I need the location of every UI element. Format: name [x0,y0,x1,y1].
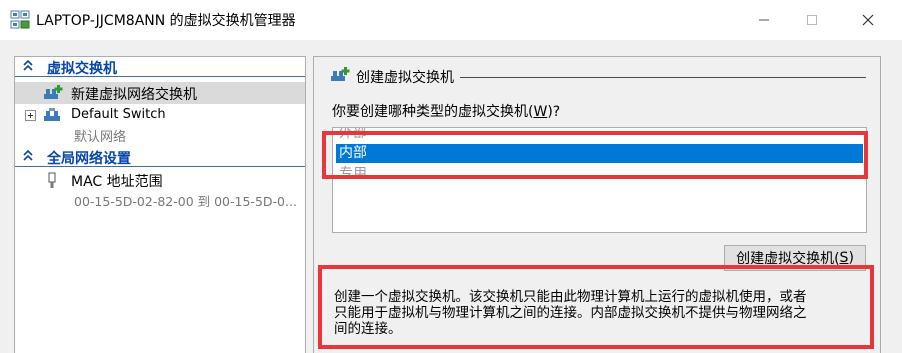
expand-plus-icon[interactable] [25,110,36,121]
section-label: 虚拟交换机 [47,61,117,77]
new-switch-icon [330,67,350,87]
tree-item-new-switch[interactable]: 新建虚拟网络交换机 [15,82,305,104]
switch-type-description: 创建一个虚拟交换机。该交换机只能由此物理计算机上运行的虚拟机使用，或者 只能用于… [332,286,867,353]
list-item-internal[interactable]: 内部 [336,144,863,163]
create-switch-panel: 创建虚拟交换机 你要创建哪种类型的虚拟交换机(W)? 外部 内部 专用 创建虚拟… [313,56,881,353]
section-divider [15,166,305,167]
question-text-end: )? [547,104,561,120]
section-virtual-switches[interactable]: 虚拟交换机 [15,57,305,77]
panel-title: 创建虚拟交换机 [356,67,460,87]
switch-manager-icon [10,10,30,30]
list-item-private[interactable]: 专用 [336,165,863,184]
switch-type-listbox[interactable]: 外部 内部 专用 [332,127,867,233]
section-global-network[interactable]: 全局网络设置 [15,147,305,167]
list-item-external[interactable]: 外部 [336,128,863,143]
collapse-chevron-icon[interactable] [23,59,33,76]
network-adapter-icon [47,172,57,194]
section-divider [15,76,305,77]
tree-item-label: Default Switch [71,107,166,122]
window-title: LAPTOP-JJCM8ANN 的虚拟交换机管理器 [36,13,296,29]
mac-range-value: 00-15-5D-02-82-00 到 00-15-5D-0... [74,194,297,209]
access-key: S [839,250,849,266]
description-line: 间的连接。 [334,321,402,337]
create-switch-button[interactable]: 创建虚拟交换机(S) [724,245,866,271]
tree-item-label: MAC 地址范围 [71,174,163,190]
network-switch-icon [43,108,61,126]
question-text: 你要创建哪种类型的虚拟交换机( [332,104,534,120]
minimize-button[interactable] [742,6,786,34]
description-line: 只能用于虚拟机与物理计算机之间的连接。内部虚拟交换机不提供与物理网络之 [334,305,807,321]
access-key: W [533,104,548,120]
default-switch-subtitle: 默认网络 [74,130,127,145]
close-button[interactable] [846,6,890,34]
new-switch-icon [43,85,63,105]
collapse-chevron-icon[interactable] [23,149,33,166]
switch-type-question: 你要创建哪种类型的虚拟交换机(W)? [332,101,560,121]
tree-item-mac-range[interactable]: MAC 地址范围 [15,169,305,191]
tree-item-label: 新建虚拟网络交换机 [71,87,197,103]
button-text-end: ) [848,250,854,266]
switch-tree-panel: 虚拟交换机 新建虚拟网络交换机 Default Switch 默认网络 全局网络… [14,56,306,353]
title-bar: LAPTOP-JJCM8ANN 的虚拟交换机管理器 [0,0,902,40]
description-line: 创建一个虚拟交换机。该交换机只能由此物理计算机上运行的虚拟机使用，或者 [334,289,807,305]
tree-item-default-switch[interactable]: Default Switch [15,105,305,127]
button-text: 创建虚拟交换机( [736,251,840,267]
dialog-body: 虚拟交换机 新建虚拟网络交换机 Default Switch 默认网络 全局网络… [0,40,902,353]
maximize-button[interactable] [790,6,834,34]
section-label: 全局网络设置 [47,151,131,167]
